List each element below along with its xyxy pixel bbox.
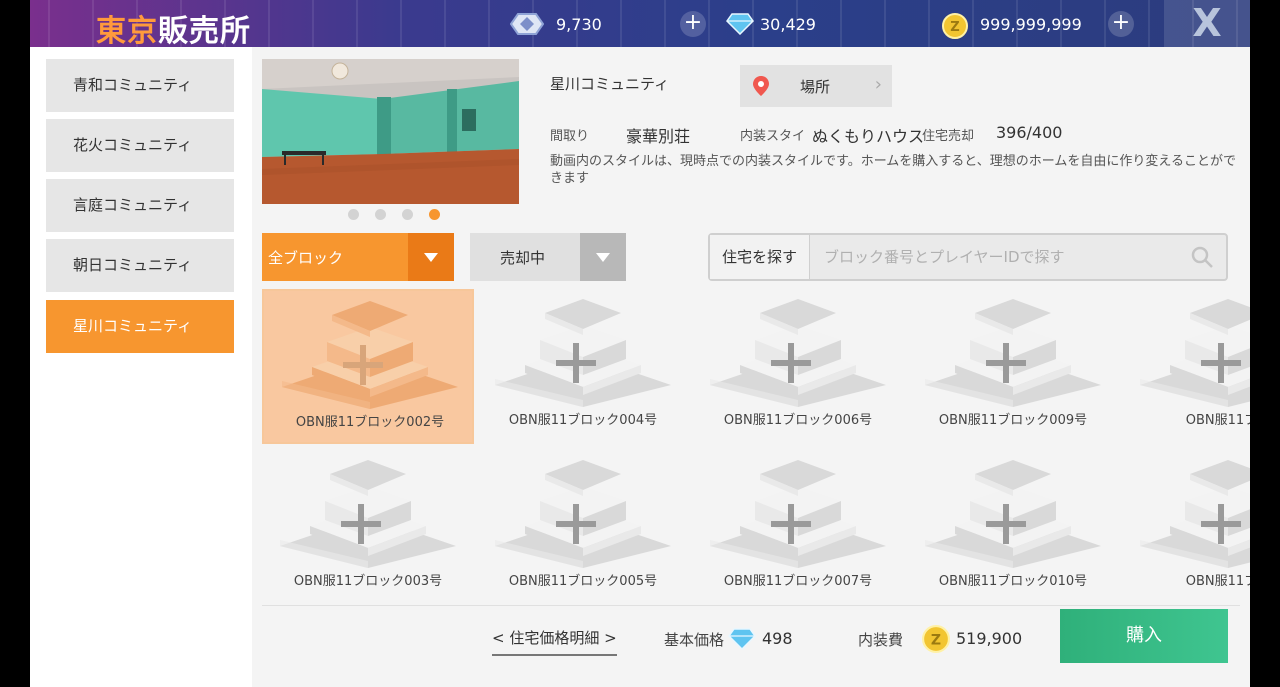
crystal-icon: [509, 13, 545, 35]
sidebar-item-hanabi[interactable]: 花火コミュニティ: [46, 119, 234, 172]
search-label: 住宅を探す: [710, 235, 810, 279]
home-tile[interactable]: OBN服11ブロック004号: [477, 289, 689, 444]
purchase-bar: < 住宅価格明細 > 基本価格 498 内装費 Z 519,900 購入: [252, 605, 1250, 687]
chevron-down-icon: [580, 233, 626, 281]
sidebar-item-asahi[interactable]: 朝日コミュニティ: [46, 239, 234, 292]
home-grid: OBN服11ブロック002号 OBN服11ブロック004号 OBN服11ブロック…: [262, 287, 1250, 605]
search-input[interactable]: [814, 235, 1174, 279]
page-title: 東京販売所: [96, 14, 251, 49]
base-price-value: 498: [762, 629, 793, 648]
search-icon[interactable]: [1190, 245, 1214, 273]
top-bar: 東京販売所 9,730 + 30,429 Z 999,999,999 + X: [30, 0, 1250, 49]
status-dropdown[interactable]: 売却中: [470, 233, 626, 281]
home-tile[interactable]: OBN服11ブロック006号: [692, 289, 904, 444]
community-name: 星川コミュニティ: [550, 75, 670, 93]
location-button[interactable]: 場所 ›: [740, 65, 892, 107]
community-sidebar: 青和コミュニティ 花火コミュニティ 言庭コミュニティ 朝日コミュニティ 星川コミ…: [30, 47, 252, 687]
sales-office-window: 東京販売所 9,730 + 30,429 Z 999,999,999 + X 青…: [30, 0, 1250, 687]
home-name: OBN服11ブロック002号: [295, 415, 445, 430]
home-name: OBN服11ブロック010号: [938, 574, 1088, 589]
sold-label: 住宅売却: [922, 129, 975, 144]
home-name: OBN服11ブロック003号: [293, 574, 443, 589]
price-detail-link[interactable]: < 住宅価格明細 >: [492, 627, 617, 656]
description-text: 動画内のスタイルは、現時点での内装スタイルです。ホームを購入すると、理想のホーム…: [550, 154, 1237, 186]
home-tile[interactable]: OBN服11ブロック009号: [907, 289, 1119, 444]
diamond-icon: [728, 627, 756, 655]
coin-icon: Z: [942, 13, 968, 39]
home-name: OBN服11ブロック009号: [938, 413, 1088, 428]
interior-preview-image[interactable]: [262, 59, 519, 204]
home-name: OBN服11ブロック004号: [508, 413, 658, 428]
sidebar-item-hoshikawa[interactable]: 星川コミュニティ: [46, 300, 234, 353]
carousel-dot[interactable]: [375, 209, 386, 220]
home-name: OBN服11ブロック007号: [723, 574, 873, 589]
close-button[interactable]: X: [1164, 0, 1250, 47]
energy-counter: 9,730: [509, 12, 602, 36]
home-tile[interactable]: OBN服11ブロック002号: [262, 289, 474, 444]
coin-icon: Z: [922, 625, 950, 657]
carousel-dot[interactable]: [402, 209, 413, 220]
main-panel: 星川コミュニティ 場所 › 間取り 豪華別荘 内装スタイ ぬくもりハウス 住宅売…: [252, 47, 1250, 687]
home-name: OBN服11ブロ: [1185, 413, 1250, 428]
block-dropdown[interactable]: 全ブロック: [262, 233, 454, 281]
home-tile[interactable]: OBN服11ブロック003号: [262, 450, 474, 605]
home-search: 住宅を探す: [708, 233, 1228, 281]
sold-value: 396/400: [996, 123, 1063, 142]
layout-label: 間取り: [550, 129, 590, 144]
home-tile[interactable]: OBN服11ブロ: [1122, 450, 1250, 605]
home-tile[interactable]: OBN服11ブロック007号: [692, 450, 904, 605]
carousel-dots: [348, 209, 440, 220]
home-name: OBN服11ブロック005号: [508, 574, 658, 589]
chevron-down-icon: [408, 233, 454, 281]
home-tile[interactable]: OBN服11ブロック010号: [907, 450, 1119, 605]
divider: [262, 605, 1240, 606]
diamond-counter: 30,429: [726, 12, 816, 36]
style-label: 内装スタイ: [740, 129, 806, 144]
carousel-dot-active[interactable]: [429, 209, 440, 220]
close-icon: X: [1192, 1, 1222, 45]
sidebar-item-seiwa[interactable]: 青和コミュニティ: [46, 59, 234, 112]
location-pin-icon: [752, 75, 770, 101]
sidebar-item-gentei[interactable]: 言庭コミュニティ: [46, 179, 234, 232]
interior-cost-label: 内装費: [858, 631, 904, 649]
diamond-icon: [726, 13, 754, 36]
svg-text:Z: Z: [950, 20, 959, 35]
buy-button[interactable]: 購入: [1060, 609, 1228, 663]
home-tile[interactable]: OBN服11ブロ: [1122, 289, 1250, 444]
style-value: ぬくもりハウス: [812, 127, 925, 146]
home-name: OBN服11ブロ: [1185, 574, 1250, 589]
base-price-label: 基本価格: [664, 631, 725, 649]
layout-value: 豪華別荘: [626, 127, 691, 146]
svg-text:Z: Z: [931, 632, 941, 648]
chevron-right-icon: ›: [874, 74, 882, 95]
add-energy-button[interactable]: +: [680, 11, 706, 37]
home-tile[interactable]: OBN服11ブロック005号: [477, 450, 689, 605]
interior-cost-value: 519,900: [956, 629, 1023, 648]
coin-counter: Z 999,999,999: [942, 12, 1082, 39]
add-coin-button[interactable]: +: [1108, 11, 1134, 37]
home-name: OBN服11ブロック006号: [723, 413, 873, 428]
carousel-dot[interactable]: [348, 209, 359, 220]
